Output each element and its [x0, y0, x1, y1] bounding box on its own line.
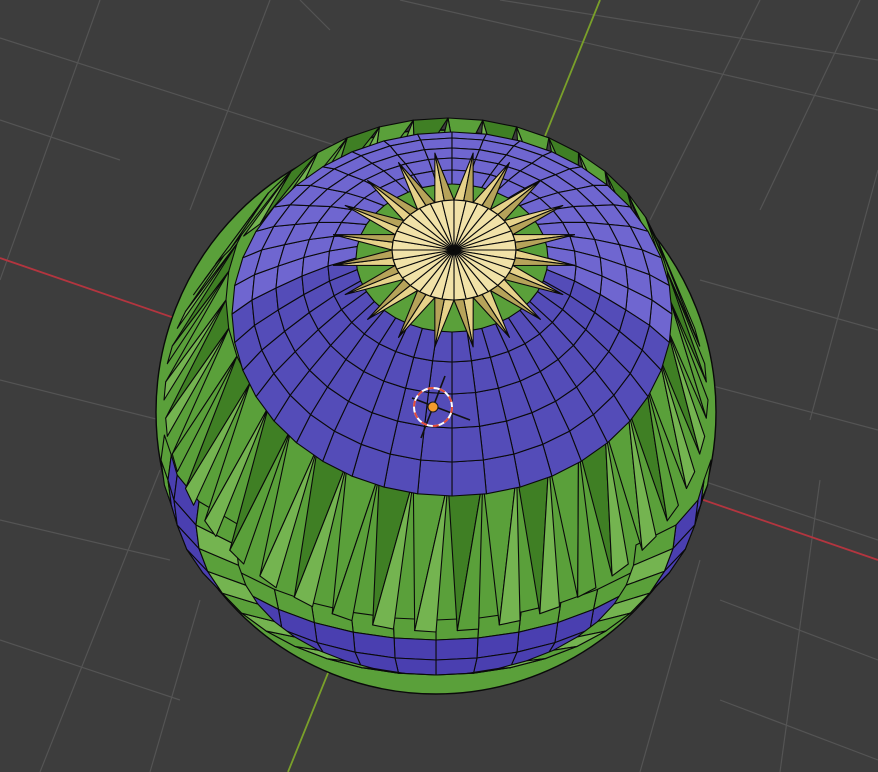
mesh-face: [420, 425, 453, 463]
mesh-face: [451, 360, 477, 395]
viewport-canvas[interactable]: [0, 0, 878, 772]
mesh-face: [451, 391, 481, 429]
mesh-face: [451, 459, 487, 497]
mesh-face: [451, 425, 484, 463]
mesh-face: [417, 459, 453, 497]
3d-viewport[interactable]: [0, 0, 878, 772]
mesh-face: [482, 453, 521, 495]
mesh-face: [393, 637, 437, 661]
mesh-face: [435, 637, 479, 661]
object-origin-dot: [427, 401, 439, 413]
